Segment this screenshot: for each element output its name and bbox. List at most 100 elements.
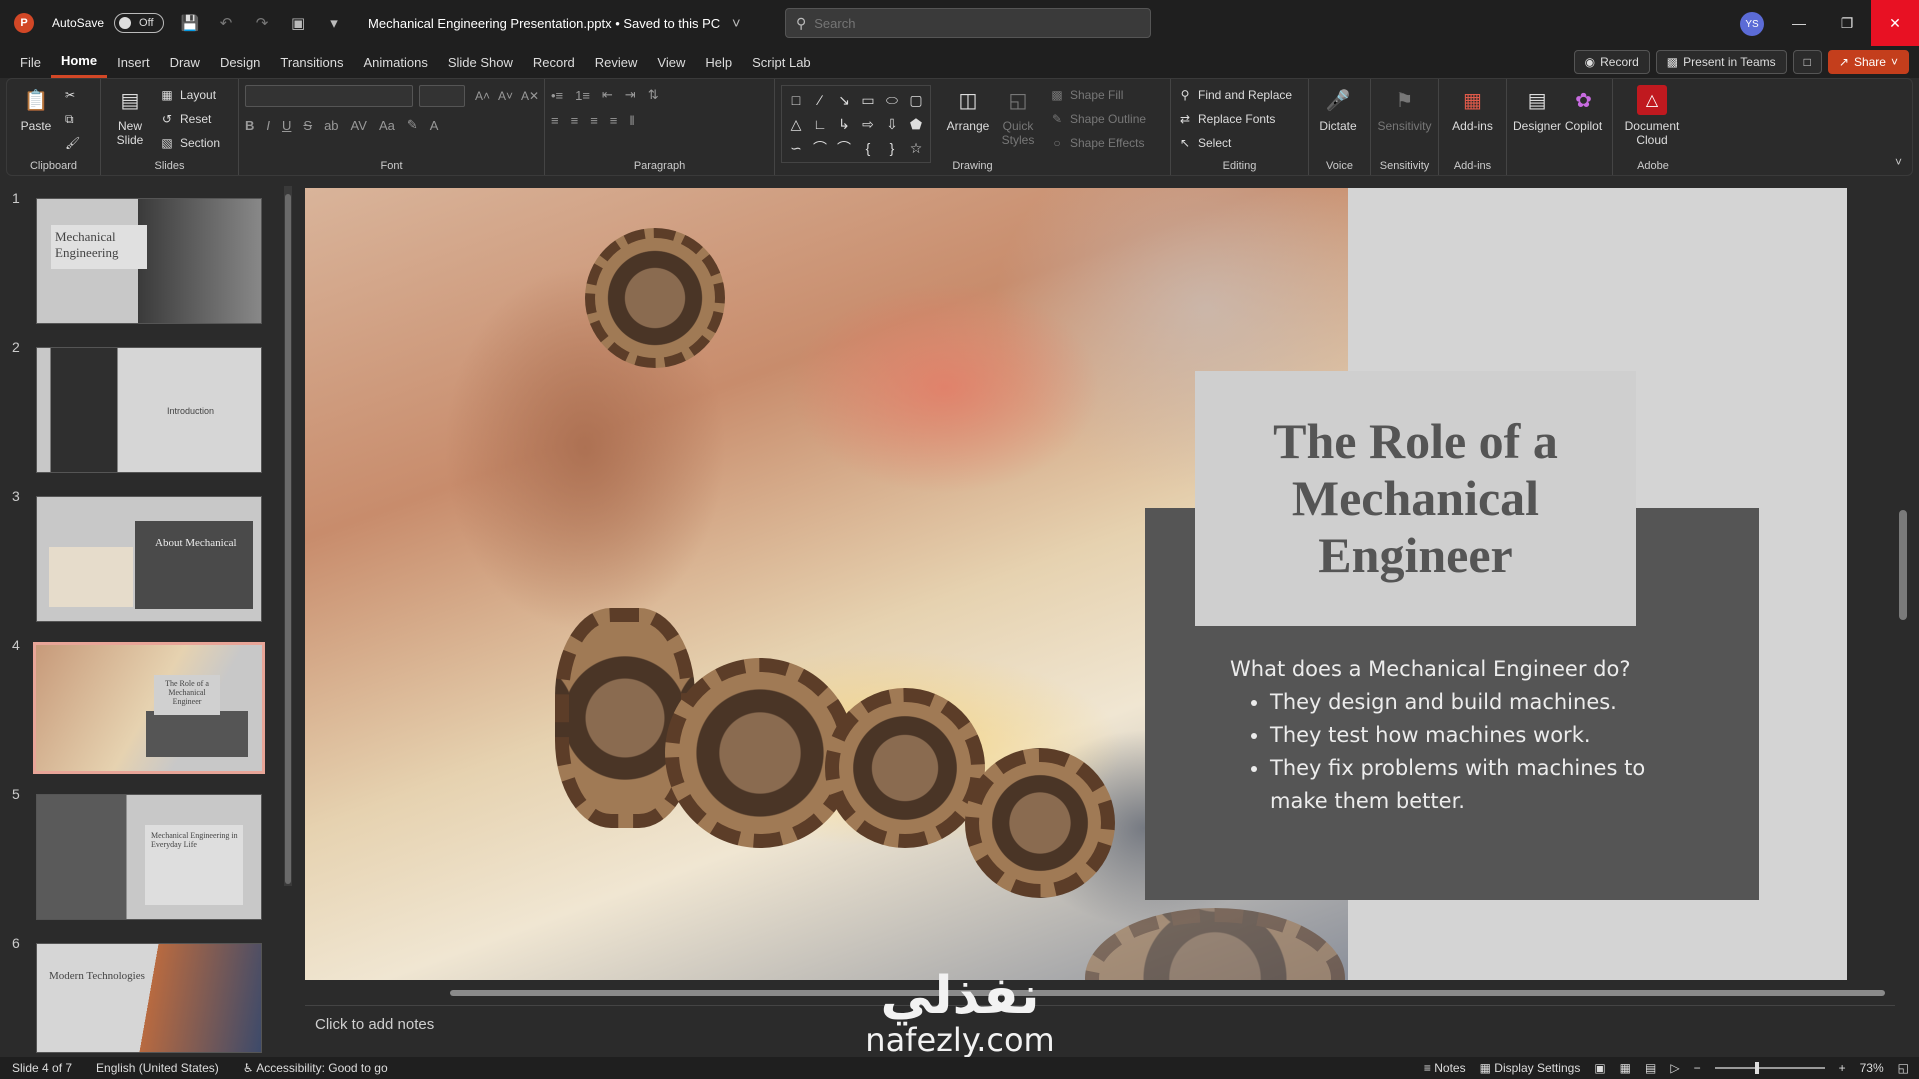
reading-view-icon[interactable]: ▤ xyxy=(1645,1061,1656,1075)
arrow-line-shape-icon[interactable]: ↘ xyxy=(832,88,856,112)
avatar[interactable]: YS xyxy=(1740,12,1764,36)
select-button[interactable]: ↖ Select xyxy=(1177,133,1292,153)
scroll-thumb[interactable] xyxy=(450,990,1885,996)
search-input[interactable] xyxy=(814,15,1115,31)
accessibility-status[interactable]: ♿ Accessibility: Good to go xyxy=(243,1061,388,1075)
quick-styles-button[interactable]: ◱ Quick Styles xyxy=(993,85,1043,148)
bold-icon[interactable]: B xyxy=(245,118,254,133)
tab-insert[interactable]: Insert xyxy=(107,46,160,78)
tab-script-lab[interactable]: Script Lab xyxy=(742,46,821,78)
thumbnail-row[interactable]: 3 About Mechanical xyxy=(0,478,300,622)
font-color-icon[interactable]: A xyxy=(430,118,439,133)
thumbnail-row[interactable]: 5 Mechanical Engineering in Everyday Lif… xyxy=(0,776,300,920)
notes-placeholder[interactable]: Click to add notes xyxy=(315,1016,434,1033)
slide-thumbnail-3[interactable]: About Mechanical xyxy=(36,496,262,622)
collapse-ribbon-icon[interactable]: ˅ xyxy=(1895,155,1902,169)
change-case-icon[interactable]: Aa xyxy=(379,118,395,133)
format-painter-icon[interactable]: 🖌 xyxy=(65,133,80,153)
thumbnail-row[interactable]: 4 The Role of a Mechanical Engineer xyxy=(0,627,300,774)
addins-button[interactable]: ▦ Add-ins xyxy=(1445,85,1500,134)
highlight-icon[interactable]: ✎ xyxy=(407,117,418,133)
undo-icon[interactable]: ↶ xyxy=(216,14,236,32)
replace-fonts-button[interactable]: ⇄ Replace Fonts xyxy=(1177,109,1292,129)
underline-icon[interactable]: U xyxy=(282,118,291,133)
sensitivity-button[interactable]: ⚑ Sensitivity xyxy=(1377,85,1432,134)
shape-effects-button[interactable]: ○ Shape Effects xyxy=(1049,133,1146,153)
italic-icon[interactable]: I xyxy=(266,118,270,133)
find-replace-button[interactable]: ⚲ Find and Replace xyxy=(1177,85,1292,105)
bullets-icon[interactable]: •≡ xyxy=(551,88,563,103)
notes-pane[interactable]: Click to add notes xyxy=(305,1005,1895,1055)
comments-button[interactable]: □ xyxy=(1792,50,1822,74)
slideshow-view-icon[interactable]: ▷ xyxy=(1670,1061,1679,1075)
shape-outline-button[interactable]: ✎ Shape Outline xyxy=(1049,109,1146,129)
minimize-button[interactable]: — xyxy=(1775,0,1823,46)
slide-thumbnail-5[interactable]: Mechanical Engineering in Everyday Life xyxy=(36,794,262,920)
char-spacing-icon[interactable]: AV xyxy=(351,118,367,133)
thumbnail-row[interactable]: 1 Mechanical Engineering xyxy=(0,180,300,324)
zoom-out-icon[interactable]: − xyxy=(1694,1061,1701,1075)
align-right-icon[interactable]: ≡ xyxy=(590,113,598,128)
triangle-shape-icon[interactable]: △ xyxy=(784,112,808,136)
textbox-shape-icon[interactable]: □ xyxy=(784,88,808,112)
align-center-icon[interactable]: ≡ xyxy=(571,113,579,128)
thumbnails-scrollbar[interactable] xyxy=(284,186,292,886)
slide-horizontal-scrollbar[interactable] xyxy=(305,986,1895,1000)
close-button[interactable]: ✕ xyxy=(1871,0,1919,46)
decrease-font-icon[interactable]: A˅ xyxy=(498,89,513,103)
document-title[interactable]: Mechanical Engineering Presentation.pptx… xyxy=(368,16,720,31)
chevron-down-icon[interactable]: ˅ xyxy=(726,15,746,32)
rounded-rect-shape-icon[interactable]: ▢ xyxy=(904,88,928,112)
columns-icon[interactable]: ‖ xyxy=(629,113,634,128)
shadow-icon[interactable]: ab xyxy=(324,118,338,133)
slide-counter[interactable]: Slide 4 of 7 xyxy=(12,1061,72,1075)
current-slide[interactable]: The Role of a Mechanical Engineer What d… xyxy=(305,188,1847,980)
scroll-thumb[interactable] xyxy=(285,194,291,884)
copy-icon[interactable]: ⧉ xyxy=(65,109,80,129)
normal-view-icon[interactable]: ▣ xyxy=(1594,1061,1605,1075)
down-arrow-shape-icon[interactable]: ⇩ xyxy=(880,112,904,136)
tab-transitions[interactable]: Transitions xyxy=(270,46,353,78)
tab-design[interactable]: Design xyxy=(210,46,270,78)
slide-thumbnail-4[interactable]: The Role of a Mechanical Engineer xyxy=(33,642,265,774)
share-button[interactable]: ↗ Share ˅ xyxy=(1827,50,1909,74)
tab-home[interactable]: Home xyxy=(50,46,108,78)
search-box[interactable]: ⚲ xyxy=(785,8,1151,38)
tab-record[interactable]: Record xyxy=(523,46,585,78)
freeform-shape-icon[interactable]: ∽ xyxy=(784,136,808,160)
display-settings-button[interactable]: ▦ Display Settings xyxy=(1480,1061,1581,1075)
line-spacing-icon[interactable]: ⇅ xyxy=(648,87,659,103)
cut-icon[interactable]: ✂ xyxy=(65,85,80,105)
document-cloud-button[interactable]: △ Document Cloud xyxy=(1619,85,1685,147)
increase-indent-icon[interactable]: ⇥ xyxy=(625,87,636,103)
rectangle-shape-icon[interactable]: ▭ xyxy=(856,88,880,112)
tab-draw[interactable]: Draw xyxy=(160,46,210,78)
elbow-connector-shape-icon[interactable]: ∟ xyxy=(808,112,832,136)
tab-help[interactable]: Help xyxy=(695,46,742,78)
star-shape-icon[interactable]: ☆ xyxy=(904,136,928,160)
thumbnail-row[interactable]: 6 Modern Technologies xyxy=(0,925,300,1055)
zoom-in-icon[interactable]: + xyxy=(1839,1061,1846,1075)
line-shape-icon[interactable]: ∕ xyxy=(808,88,832,112)
paste-button[interactable]: 📋 Paste xyxy=(13,85,59,134)
tab-review[interactable]: Review xyxy=(585,46,648,78)
fit-to-window-icon[interactable]: ◱ xyxy=(1898,1061,1909,1075)
zoom-level[interactable]: 73% xyxy=(1860,1061,1884,1075)
present-in-teams-button[interactable]: ▩ Present in Teams xyxy=(1655,50,1787,74)
designer-button[interactable]: ▤ Designer xyxy=(1513,85,1561,134)
slide-thumbnail-1[interactable]: Mechanical Engineering xyxy=(36,198,262,324)
dictate-button[interactable]: 🎤 Dictate xyxy=(1315,85,1361,134)
numbering-icon[interactable]: 1≡ xyxy=(575,88,590,103)
tab-file[interactable]: File xyxy=(10,46,51,78)
language-indicator[interactable]: English (United States) xyxy=(96,1061,219,1075)
scroll-thumb[interactable] xyxy=(1899,510,1907,620)
increase-font-icon[interactable]: A˄ xyxy=(475,89,490,103)
arc-shape-icon[interactable]: ⌒ xyxy=(832,136,856,160)
new-slide-button[interactable]: ▤ New Slide xyxy=(107,85,153,148)
left-brace-shape-icon[interactable]: { xyxy=(856,136,880,160)
slide-sorter-icon[interactable]: ▦ xyxy=(1620,1061,1631,1075)
zoom-knob[interactable] xyxy=(1754,1062,1759,1074)
title-box[interactable]: The Role of a Mechanical Engineer xyxy=(1195,371,1636,626)
zoom-slider[interactable] xyxy=(1714,1062,1825,1074)
decrease-indent-icon[interactable]: ⇤ xyxy=(602,87,613,103)
